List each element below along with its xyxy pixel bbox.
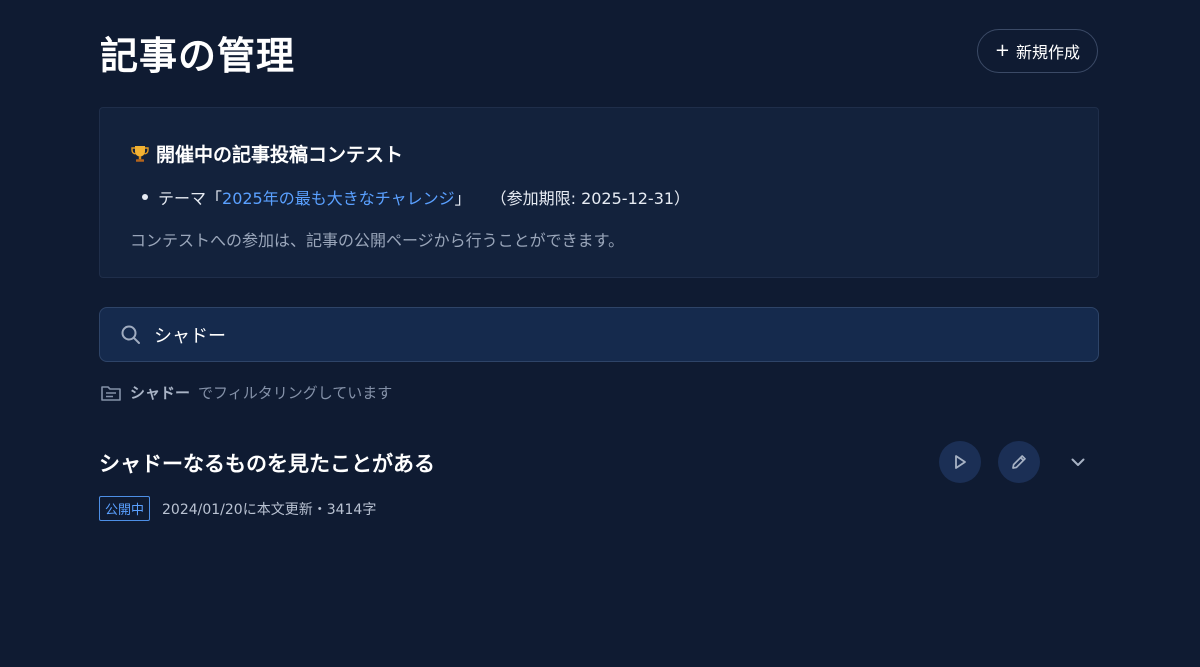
contest-theme-item: テーマ「 2025年の最も大きなチャレンジ 」 （参加期限: 2025-12-3… (142, 185, 1068, 209)
contest-note: コンテストへの参加は、記事の公開ページから行うことができます。 (130, 231, 625, 250)
status-badge: 公開中 (99, 496, 151, 521)
search-icon (121, 325, 140, 344)
chevron-down-icon (1071, 458, 1085, 466)
search-input[interactable] (154, 324, 1098, 345)
article-title[interactable]: シャドーなるものを見たことがある (99, 448, 435, 478)
contest-heading: 開催中の記事投稿コンテスト (130, 140, 1068, 167)
folder-icon (101, 385, 121, 401)
contest-theme-link[interactable]: 2025年の最も大きなチャレンジ (222, 185, 455, 209)
new-article-label: 新規作成 (1015, 42, 1080, 62)
bullet (142, 194, 148, 200)
filter-term: シャドー (130, 384, 191, 402)
filter-note: シャドー でフィルタリングしています (100, 382, 392, 403)
search-box (99, 307, 1099, 362)
article-actions (939, 441, 1099, 483)
pencil-icon (1012, 455, 1026, 469)
article-meta: 公開中 2024/01/20に本文更新・3414字 (99, 496, 376, 521)
contest-title: 開催中の記事投稿コンテスト (156, 144, 404, 166)
expand-button[interactable] (1057, 441, 1099, 483)
theme-prefix: テーマ「 (158, 189, 223, 208)
contest-list: テーマ「 2025年の最も大きなチャレンジ 」 （参加期限: 2025-12-3… (130, 185, 1068, 209)
article-meta-text: 2024/01/20に本文更新・3414字 (162, 501, 377, 518)
theme-suffix: 」 (454, 189, 471, 208)
new-article-button[interactable]: + 新規作成 (976, 28, 1098, 73)
edit-button[interactable] (998, 441, 1040, 483)
contest-deadline: （参加期限: 2025-12-31） (490, 189, 691, 208)
header: 記事の管理 + 新規作成 (100, 24, 1098, 80)
plus-icon: + (994, 39, 1010, 61)
filter-text: でフィルタリングしています (198, 384, 393, 402)
article-row: シャドーなるものを見たことがある 公開中 2024/01/20に本文更新・341… (99, 440, 1099, 526)
trophy-icon (131, 145, 149, 162)
play-button[interactable] (939, 441, 981, 483)
contest-card: 開催中の記事投稿コンテスト テーマ「 2025年の最も大きなチャレンジ 」 （参… (99, 107, 1099, 278)
page: 記事の管理 + 新規作成 開催中の記事投稿コンテスト テーマ「 2025年の最も… (0, 0, 1200, 667)
play-icon (955, 455, 966, 469)
page-title: 記事の管理 (100, 33, 296, 78)
